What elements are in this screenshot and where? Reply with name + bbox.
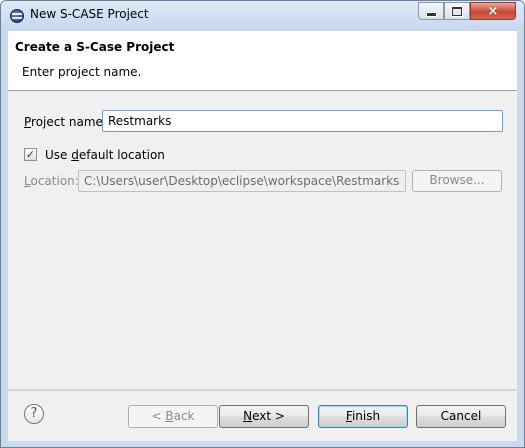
use-default-location-label-text: efault location [78, 148, 165, 162]
page-description: Enter project name. [22, 65, 142, 79]
wizard-footer: ? < Back Next > Finish Cancel [8, 390, 517, 441]
next-button-text: ext > [252, 409, 285, 423]
project-name-label-mnemonic: P [24, 115, 32, 129]
next-button-mnemonic: N [243, 409, 253, 423]
close-button[interactable]: × [470, 2, 516, 20]
back-button-mnemonic: B [165, 409, 174, 423]
finish-button[interactable]: Finish [318, 405, 408, 428]
use-default-location-label-mnemonic: d [71, 148, 79, 162]
dialog-window: New S-CASE Project × Create a S-Case Pro… [0, 0, 525, 448]
use-default-location-checkbox[interactable]: ✓ [24, 148, 37, 161]
project-name-label-text: roject name: [31, 115, 107, 129]
wizard-header: Create a S-Case Project Enter project na… [8, 31, 517, 91]
maximize-button[interactable] [444, 2, 470, 20]
cancel-button[interactable]: Cancel [416, 405, 506, 428]
help-icon[interactable]: ? [24, 404, 44, 424]
browse-button: Browse... [412, 170, 502, 192]
next-button[interactable]: Next > [219, 405, 309, 428]
eclipse-icon [10, 9, 24, 23]
use-default-location-label[interactable]: Use default location [45, 148, 165, 162]
minimize-icon [425, 11, 437, 17]
location-label: Location: [24, 174, 79, 188]
minimize-button[interactable] [418, 2, 444, 20]
close-icon: × [487, 3, 499, 19]
maximize-icon [452, 6, 462, 16]
use-default-location-label-prefix: Use [45, 148, 72, 162]
back-button-text: ack [173, 409, 195, 423]
location-label-text: ocation: [30, 174, 79, 188]
back-button: < Back [128, 405, 218, 428]
project-name-input[interactable]: Restmarks [102, 110, 503, 132]
location-input: C:\Users\user\Desktop\eclipse\workspace\… [78, 170, 406, 192]
wizard-body: Project name: Restmarks ✓ Use default lo… [8, 91, 517, 389]
title-bar[interactable]: New S-CASE Project × [1, 1, 524, 31]
page-title: Create a S-Case Project [15, 40, 175, 54]
back-button-prefix: < [151, 409, 166, 423]
project-name-label: Project name: [24, 115, 107, 129]
window-title: New S-CASE Project [30, 7, 149, 21]
finish-button-text: inish [351, 409, 381, 423]
